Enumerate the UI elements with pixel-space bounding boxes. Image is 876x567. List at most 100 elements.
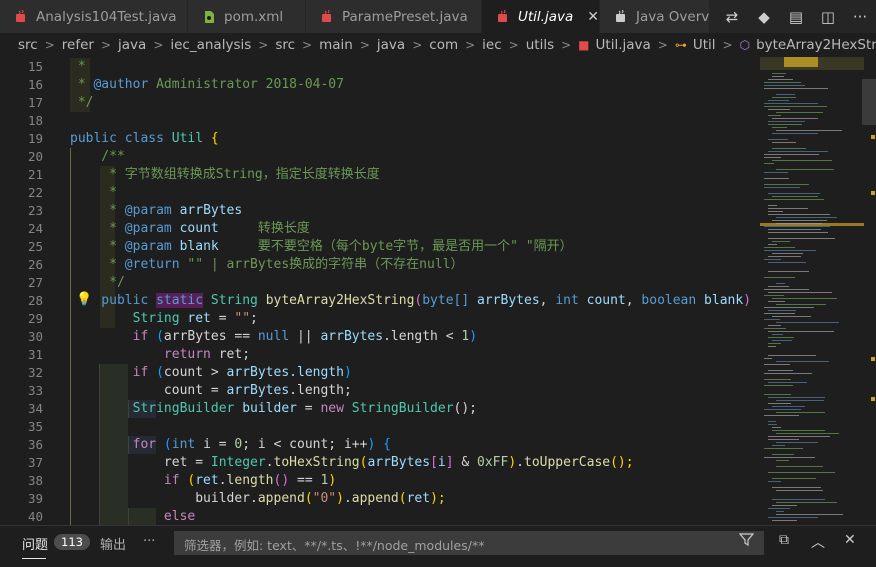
minimap-line xyxy=(764,88,828,89)
breadcrumb-item[interactable]: iec_analysis xyxy=(170,37,251,53)
tab-problems[interactable]: 问题 xyxy=(22,534,48,553)
breadcrumb-item[interactable]: src xyxy=(275,37,295,53)
minimap-line xyxy=(764,364,790,365)
variable: ret xyxy=(187,311,211,326)
minimap-marker xyxy=(871,397,875,401)
bracket: ) { xyxy=(743,293,760,308)
chevron-right-icon: > xyxy=(100,38,112,52)
breadcrumb-item[interactable]: src xyxy=(18,37,38,53)
more-actions-icon[interactable]: ··· xyxy=(844,0,876,33)
minimap-line xyxy=(764,457,815,458)
close-icon[interactable]: ✕ xyxy=(844,532,856,548)
minimap-line xyxy=(764,313,795,314)
split-editor-icon[interactable]: ◫ xyxy=(812,0,844,33)
breadcrumb-class-label: Util xyxy=(692,37,716,53)
comment: * xyxy=(70,77,94,92)
breadcrumb-file[interactable]: ■ Util.java xyxy=(578,37,651,53)
minimap[interactable] xyxy=(760,57,876,525)
tab-analysis104test[interactable]: Analysis104Test.java xyxy=(0,0,188,33)
minimap-line xyxy=(768,424,777,425)
breadcrumb-item[interactable]: refer xyxy=(62,37,94,53)
breadcrumb-item[interactable]: java xyxy=(118,37,146,53)
minimap-line xyxy=(764,157,781,158)
punct: & xyxy=(453,455,478,470)
minimap-line xyxy=(764,289,809,290)
tab-util-java[interactable]: Util.java ✕ xyxy=(482,0,600,33)
keyword: else xyxy=(70,509,196,524)
minimap-line xyxy=(776,130,842,131)
minimap-line xyxy=(776,490,823,491)
collapse-all-icon[interactable]: ⧉ xyxy=(779,532,789,548)
punct: == xyxy=(289,473,321,488)
breadcrumb-method[interactable]: ⬡ byteArray2HexString(byte[], int, boolea… xyxy=(740,37,876,53)
minimap-line xyxy=(768,124,802,125)
git-diff-icon[interactable]: ◆ xyxy=(748,0,780,33)
code-line: else xyxy=(70,508,195,525)
scrollbar-thumb[interactable] xyxy=(862,79,876,125)
method-name: toUpperCase xyxy=(524,455,611,470)
bracket: ] xyxy=(445,455,454,470)
minimap-line xyxy=(772,454,794,455)
java-file-icon xyxy=(14,9,28,24)
lightbulb-icon[interactable]: 💡 xyxy=(76,292,92,307)
keyword: if xyxy=(70,329,157,344)
tab-label: Java Overvi xyxy=(636,8,714,25)
variable: ret xyxy=(218,347,243,362)
line-number: 30 xyxy=(27,329,43,344)
punct: , xyxy=(539,293,556,308)
line-number: 33 xyxy=(27,383,43,398)
minimap-line xyxy=(772,487,821,488)
line-number: 15 xyxy=(27,59,43,74)
code-editor[interactable]: 15 16 17 18 19 20 21 22 23 24 25 26 27 2… xyxy=(0,57,760,525)
bracket: { xyxy=(203,131,219,146)
variable: builder xyxy=(242,401,297,416)
minimap-line xyxy=(764,163,774,164)
minimap-line xyxy=(772,142,796,143)
line-number: 18 xyxy=(27,113,43,128)
breadcrumb-item[interactable]: java xyxy=(377,37,405,53)
minimap-highlight xyxy=(784,57,818,67)
minimap-line xyxy=(768,421,776,422)
punct: (); xyxy=(453,401,478,416)
maximize-panel-icon[interactable]: ︿ xyxy=(811,532,825,552)
line-number: 40 xyxy=(27,509,43,524)
minimap-line xyxy=(776,442,818,443)
filter-icon[interactable] xyxy=(738,532,755,551)
bracket: { xyxy=(375,437,391,452)
breadcrumb: src > refer > java > iec_analysis > src > mai… xyxy=(0,33,876,57)
breadcrumb-item[interactable]: iec xyxy=(482,37,501,53)
minimap-line xyxy=(772,478,816,479)
comment: * xyxy=(70,203,125,218)
compare-changes-icon[interactable]: ⇄ xyxy=(716,0,748,33)
open-preview-icon[interactable]: ▤ xyxy=(780,0,812,33)
minimap-line xyxy=(768,121,805,122)
minimap-line xyxy=(776,217,837,218)
more-tabs-button[interactable]: ··· xyxy=(143,534,155,549)
breadcrumb-item[interactable]: com xyxy=(429,37,458,53)
chevron-right-icon: > xyxy=(302,38,313,52)
tab-pom-xml[interactable]: pom.xml xyxy=(188,0,306,33)
variable: i xyxy=(437,455,446,470)
minimap-line xyxy=(776,361,829,362)
number: 0xFF xyxy=(477,455,509,470)
minimap-line xyxy=(764,328,786,329)
breadcrumb-class[interactable]: ⊶ Util xyxy=(675,37,716,53)
tab-java-overview[interactable]: Java Overvi xyxy=(600,0,714,33)
minimap-line xyxy=(764,106,827,107)
close-icon[interactable]: ✕ xyxy=(587,9,599,25)
code-line: * xyxy=(70,58,86,76)
variable: arrBytes xyxy=(226,365,290,380)
line-number: 25 xyxy=(27,239,43,254)
keyword: null xyxy=(257,329,290,344)
breadcrumb-item[interactable]: main xyxy=(319,37,353,53)
string: "0" xyxy=(312,491,337,506)
breadcrumb-item[interactable]: utils xyxy=(526,37,554,53)
filter-placeholder: 筛选器，例如: text、**/*.ts、!**/node_modules/** xyxy=(184,538,485,553)
chevron-right-icon: > xyxy=(657,38,668,52)
tab-paramepreset[interactable]: ParamePreset.java xyxy=(306,0,482,33)
type: int xyxy=(555,293,587,308)
problems-filter-input[interactable]: 筛选器，例如: text、**/*.ts、!**/node_modules/** xyxy=(174,531,764,555)
code-line: */ xyxy=(70,94,94,112)
active-tab-indicator xyxy=(22,558,46,559)
tab-output[interactable]: 输出 xyxy=(100,534,126,553)
